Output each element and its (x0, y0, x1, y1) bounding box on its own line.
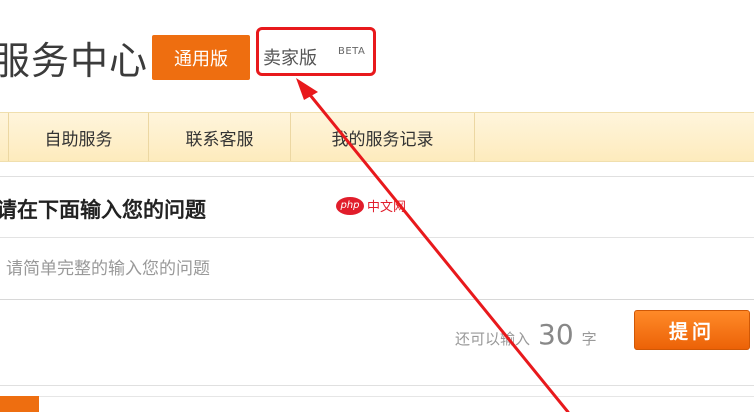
bottom-tab-indicator (0, 396, 39, 412)
counter-prefix: 还可以输入 (455, 330, 531, 348)
bottom-divider (39, 396, 754, 412)
nav-item-service-records[interactable]: 我的服务记录 (290, 113, 475, 161)
nav-item-self-service[interactable]: 自助服务 (8, 113, 148, 161)
page-title: 服务中心 (0, 39, 149, 83)
question-heading: 请在下面输入您的问题 (0, 198, 206, 222)
watermark-text: 中文网 (367, 200, 407, 215)
php-logo-icon: php (336, 196, 364, 215)
nav-item-contact-support[interactable]: 联系客服 (148, 113, 290, 161)
general-edition-tab[interactable]: 通用版 (152, 35, 250, 80)
counter-unit: 字 (581, 330, 597, 348)
highlight-box (256, 27, 376, 76)
submit-question-button[interactable]: 提问 (634, 310, 750, 350)
watermark: php 中文网 (336, 196, 406, 215)
counter-value: 30 (538, 318, 574, 351)
char-counter: 还可以输入 30 字 (455, 318, 597, 351)
service-nav-bar: 自助服务 联系客服 我的服务记录 (0, 112, 754, 162)
question-input[interactable] (0, 238, 754, 300)
arrow-head-icon (296, 78, 318, 100)
